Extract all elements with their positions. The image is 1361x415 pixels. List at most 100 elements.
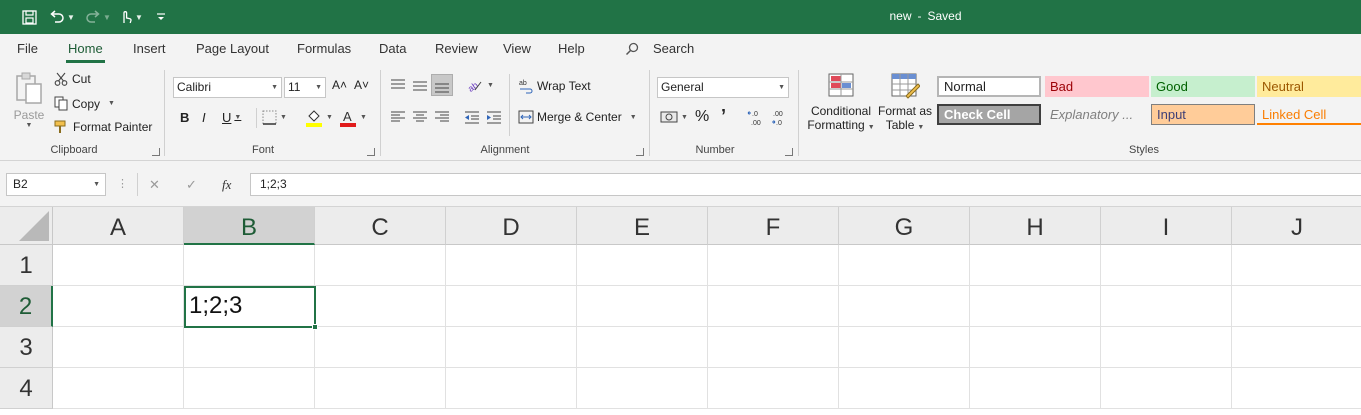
fill-handle[interactable] — [312, 324, 318, 330]
number-dialog-launcher[interactable] — [785, 148, 793, 156]
column-header-h[interactable]: H — [970, 207, 1101, 245]
cell-j3[interactable] — [1232, 327, 1361, 368]
decrease-decimal-button[interactable]: .00.0 — [771, 109, 789, 127]
column-header-d[interactable]: D — [446, 207, 577, 245]
column-header-f[interactable]: F — [708, 207, 839, 245]
align-right-button[interactable] — [434, 110, 450, 124]
cell-e2[interactable] — [577, 286, 708, 327]
align-center-button[interactable] — [412, 110, 428, 124]
cell-g4[interactable] — [839, 368, 970, 409]
cell-d2[interactable] — [446, 286, 577, 327]
cell-a2[interactable] — [53, 286, 184, 327]
cell-e1[interactable] — [577, 245, 708, 286]
number-format-select[interactable]: General ▼ — [657, 77, 789, 98]
cell-c1[interactable] — [315, 245, 446, 286]
tab-insert[interactable]: Insert — [133, 34, 166, 64]
font-name-select[interactable]: Calibri ▼ — [173, 77, 282, 98]
decrease-font-size-button[interactable]: A˅ — [354, 78, 369, 92]
cell-d3[interactable] — [446, 327, 577, 368]
cell-g2[interactable] — [839, 286, 970, 327]
font-dialog-launcher[interactable] — [367, 148, 375, 156]
formula-input[interactable]: 1;2;3 — [250, 173, 1361, 196]
cell-f4[interactable] — [708, 368, 839, 409]
cell-j1[interactable] — [1232, 245, 1361, 286]
tab-data[interactable]: Data — [379, 34, 406, 64]
cell-d4[interactable] — [446, 368, 577, 409]
middle-align-button[interactable] — [412, 77, 428, 93]
cell-g1[interactable] — [839, 245, 970, 286]
decrease-indent-button[interactable] — [464, 110, 480, 124]
italic-button[interactable]: I — [202, 110, 206, 125]
underline-button[interactable]: U ▼ — [222, 110, 241, 125]
cell-b2[interactable]: 1;2;3 — [184, 286, 315, 327]
column-header-b[interactable]: B — [184, 207, 315, 245]
fill-color-button[interactable]: ▼ — [305, 108, 333, 127]
tab-page-layout[interactable]: Page Layout — [196, 34, 269, 64]
align-left-button[interactable] — [390, 110, 406, 124]
cell-b1[interactable] — [184, 245, 315, 286]
format-painter-button[interactable]: Format Painter — [54, 120, 152, 134]
cell-d1[interactable] — [446, 245, 577, 286]
cell-g3[interactable] — [839, 327, 970, 368]
column-header-g[interactable]: G — [839, 207, 970, 245]
accounting-format-button[interactable]: ▼ — [660, 110, 688, 124]
cell-i2[interactable] — [1101, 286, 1232, 327]
search-label[interactable]: Search — [653, 34, 694, 64]
cell-style-neutral[interactable]: Neutral — [1257, 76, 1361, 97]
cancel-entry-button[interactable]: ✕ — [149, 173, 160, 196]
tab-home[interactable]: Home — [66, 34, 105, 64]
cell-c4[interactable] — [315, 368, 446, 409]
cell-style-linked-cell[interactable]: Linked Cell — [1257, 104, 1361, 125]
column-header-i[interactable]: I — [1101, 207, 1232, 245]
cell-a3[interactable] — [53, 327, 184, 368]
increase-font-size-button[interactable]: A˄ — [332, 78, 347, 92]
cell-f2[interactable] — [708, 286, 839, 327]
enter-entry-button[interactable]: ✓ — [186, 173, 197, 196]
increase-indent-button[interactable] — [486, 110, 502, 124]
alignment-dialog-launcher[interactable] — [636, 148, 644, 156]
column-header-c[interactable]: C — [315, 207, 446, 245]
tab-view[interactable]: View — [503, 34, 531, 64]
cell-i1[interactable] — [1101, 245, 1232, 286]
cell-b3[interactable] — [184, 327, 315, 368]
cell-i4[interactable] — [1101, 368, 1232, 409]
name-box[interactable]: B2 ▼ — [6, 173, 106, 196]
cell-f1[interactable] — [708, 245, 839, 286]
cell-i3[interactable] — [1101, 327, 1232, 368]
row-header-1[interactable]: 1 — [0, 245, 53, 286]
cell-style-good[interactable]: Good — [1151, 76, 1255, 97]
cell-style-normal[interactable]: Normal — [937, 76, 1041, 97]
cell-j2[interactable] — [1232, 286, 1361, 327]
cell-j4[interactable] — [1232, 368, 1361, 409]
cell-e3[interactable] — [577, 327, 708, 368]
cell-style-input[interactable]: Input — [1151, 104, 1255, 125]
select-all-button[interactable] — [0, 207, 53, 245]
bottom-align-button[interactable] — [431, 74, 453, 96]
merge-center-button[interactable]: Merge & Center ▼ — [518, 110, 637, 124]
cell-style-bad[interactable]: Bad — [1045, 76, 1149, 97]
font-size-select[interactable]: 11 ▼ — [284, 77, 326, 98]
cell-c2[interactable] — [315, 286, 446, 327]
tab-review[interactable]: Review — [435, 34, 478, 64]
row-header-3[interactable]: 3 — [0, 327, 53, 368]
bold-button[interactable]: B — [180, 110, 189, 125]
borders-button[interactable]: ▼ — [262, 110, 287, 125]
wrap-text-button[interactable]: ab Wrap Text — [518, 78, 591, 94]
top-align-button[interactable] — [390, 77, 406, 93]
row-header-4[interactable]: 4 — [0, 368, 53, 409]
tab-formulas[interactable]: Formulas — [297, 34, 351, 64]
percent-style-button[interactable]: % — [695, 108, 709, 126]
cell-a1[interactable] — [53, 245, 184, 286]
cell-style-check-cell[interactable]: Check Cell — [937, 104, 1041, 125]
row-header-2[interactable]: 2 — [0, 286, 53, 327]
column-header-a[interactable]: A — [53, 207, 184, 245]
column-header-e[interactable]: E — [577, 207, 708, 245]
tab-help[interactable]: Help — [558, 34, 585, 64]
column-header-j[interactable]: J — [1232, 207, 1361, 245]
copy-button[interactable]: Copy ▼ — [54, 96, 115, 111]
cell-a4[interactable] — [53, 368, 184, 409]
cell-e4[interactable] — [577, 368, 708, 409]
cut-button[interactable]: Cut — [54, 72, 91, 86]
tab-file[interactable]: File — [17, 34, 38, 64]
orientation-button[interactable]: ab ▼ — [466, 77, 494, 93]
